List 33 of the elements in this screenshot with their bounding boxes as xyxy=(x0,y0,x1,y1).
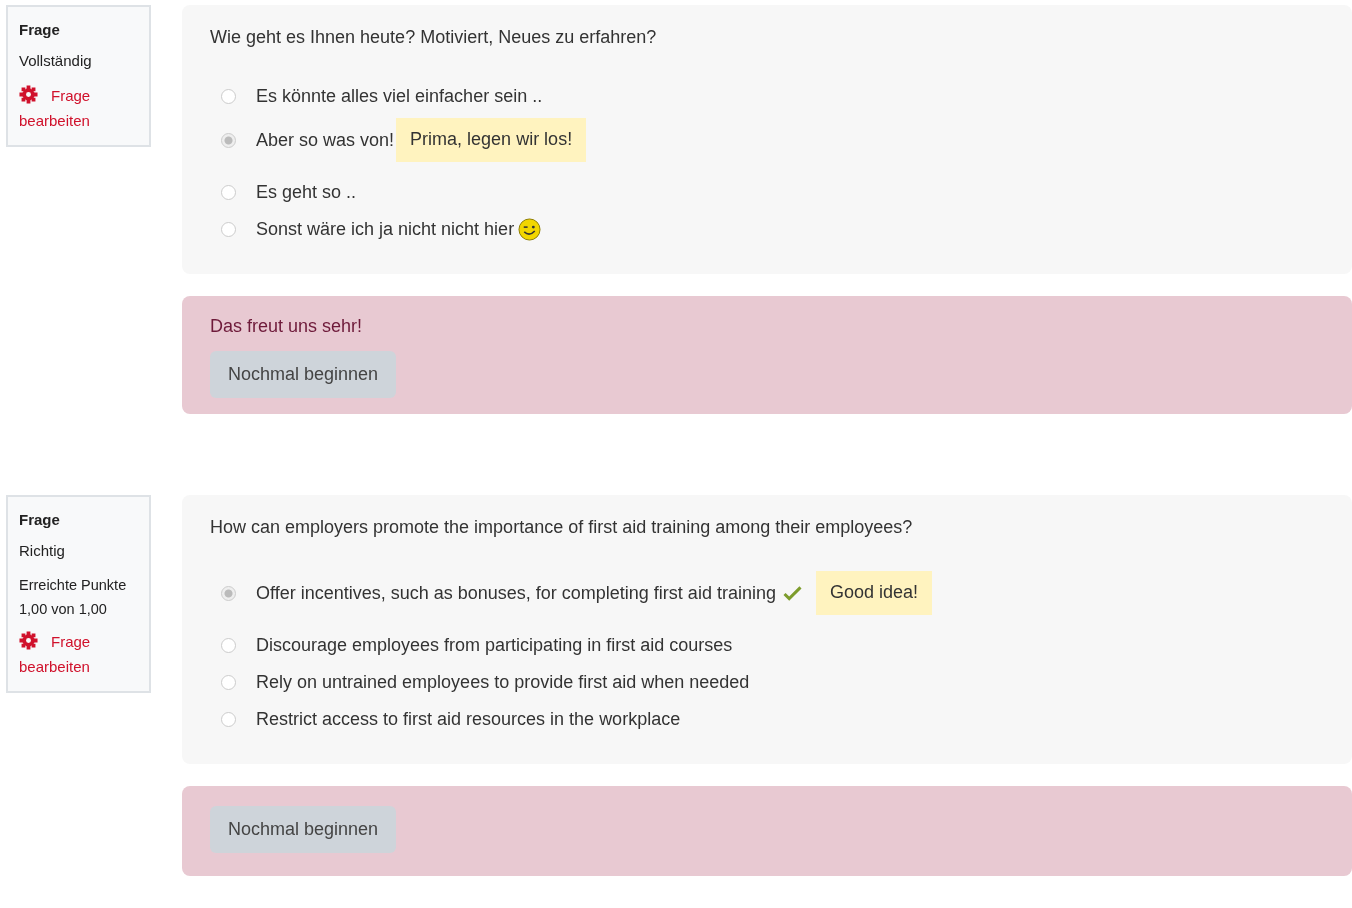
answer-option[interactable]: Aber so was von! xyxy=(256,129,395,151)
question-label: Frage xyxy=(19,21,61,38)
question-text: How can employers promote the importance of first aid training among their employees? xyxy=(210,517,914,538)
answer-option[interactable]: Discourage employees from participating in first aid courses xyxy=(256,635,733,656)
answer-option[interactable]: Sonst wäre ich ja nicht nicht hier xyxy=(256,219,515,240)
feedback-text: Das freut uns sehr! xyxy=(210,316,363,337)
points-text: Erreichte Punkte xyxy=(19,576,128,595)
gear-icon xyxy=(19,631,38,650)
answer-feedback: Good idea! xyxy=(815,571,932,615)
radio-button[interactable] xyxy=(221,675,236,690)
answer-option[interactable]: Es geht so .. xyxy=(256,182,357,203)
gear-icon xyxy=(19,85,38,104)
restart-button[interactable]: Nochmal beginnen xyxy=(210,806,397,853)
points-text: 1,00 von 1,00 xyxy=(19,600,108,619)
radio-button[interactable] xyxy=(221,132,236,148)
restart-button[interactable]: Nochmal beginnen xyxy=(210,351,397,398)
radio-button[interactable] xyxy=(221,185,236,200)
radio-button[interactable] xyxy=(221,712,236,727)
question-label: Frage xyxy=(19,511,61,528)
edit-question-link[interactable]: Frage bearbeiten xyxy=(19,629,139,679)
radio-button[interactable] xyxy=(221,585,236,601)
question-text: Wie geht es Ihnen heute? Motiviert, Neues zu erfahren? xyxy=(210,27,658,48)
answer-option[interactable]: Restrict access to first aid resources in the workplace xyxy=(256,709,681,730)
radio-button[interactable] xyxy=(221,222,236,237)
question-state: Richtig xyxy=(19,542,66,559)
question-state: Vollständig xyxy=(19,52,93,69)
radio-button[interactable] xyxy=(221,89,236,104)
edit-question-link[interactable]: Frage bearbeiten xyxy=(19,83,139,133)
answer-option[interactable]: Rely on untrained employees to provide first aid when needed xyxy=(256,672,750,693)
answer-option[interactable]: Es könnte alles viel einfacher sein .. xyxy=(256,86,543,107)
radio-button[interactable] xyxy=(221,638,236,653)
answer-feedback: Prima, legen wir los! xyxy=(396,118,587,162)
answer-option[interactable]: Offer incentives, such as bonuses, for completing first aid training xyxy=(256,582,776,604)
